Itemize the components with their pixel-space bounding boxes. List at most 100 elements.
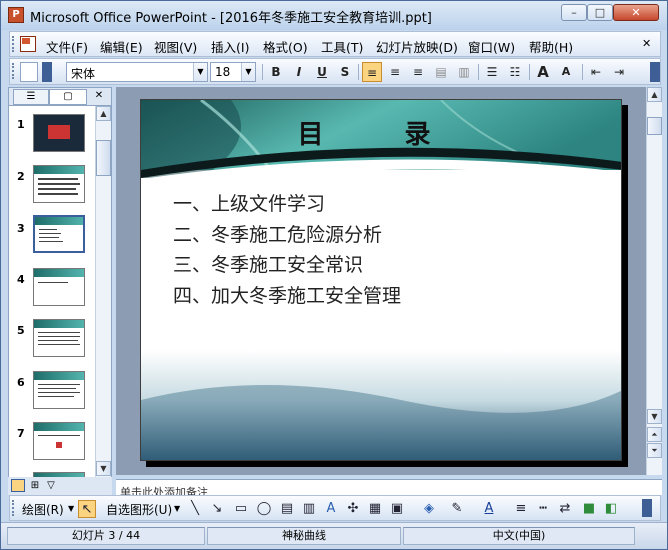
toolbar-grip[interactable] (12, 63, 15, 79)
normal-view-icon[interactable] (11, 479, 25, 492)
align-left-button[interactable]: ≡ (362, 62, 382, 82)
scroll-thumb[interactable] (96, 140, 111, 176)
columns-button[interactable]: ▥ (454, 62, 474, 82)
line-style-icon[interactable]: ≡ (512, 500, 530, 518)
grow-font-button[interactable]: A (533, 62, 553, 82)
menu-view[interactable]: 视图(V) (154, 37, 197, 56)
slides-pane-scrollbar[interactable]: ▲ ▼ (95, 106, 111, 478)
slide-thumbnail[interactable] (33, 422, 85, 460)
align-right-button[interactable]: ≡ (408, 62, 428, 82)
toolbar-options-icon[interactable] (42, 62, 52, 82)
shadow-button[interactable]: S (335, 62, 355, 82)
toolbar-separator (582, 64, 583, 80)
new-document-icon[interactable] (20, 62, 38, 82)
scroll-thumb[interactable] (647, 117, 662, 135)
slide-bullet-3[interactable]: 三、冬季施工安全常识 (173, 250, 363, 277)
decrease-indent-icon[interactable]: ⇤ (586, 62, 606, 82)
title-bar[interactable]: P Microsoft Office PowerPoint - [2016年冬季… (1, 1, 667, 30)
previous-slide-icon[interactable]: ⏶ (647, 427, 662, 442)
line-color-icon[interactable]: ✎ (448, 500, 466, 518)
oval-tool-icon[interactable]: ◯ (255, 500, 273, 518)
italic-button[interactable]: I (289, 62, 309, 82)
menu-slideshow[interactable]: 幻灯片放映(D) (376, 37, 458, 56)
picture-icon[interactable]: ▣ (388, 500, 406, 518)
wordart-icon[interactable]: A (322, 500, 340, 518)
bullets-button[interactable]: ☷ (505, 62, 525, 82)
slide-thumbnail[interactable] (33, 268, 85, 306)
scroll-up-icon[interactable]: ▲ (96, 106, 111, 121)
menu-tools[interactable]: 工具(T) (321, 37, 363, 56)
clipart-icon[interactable]: ▦ (366, 500, 384, 518)
slide-thumbnail[interactable] (33, 319, 85, 357)
fill-color-icon[interactable]: ◈ (420, 500, 438, 518)
sorter-view-icon[interactable]: ⊞ (28, 479, 42, 492)
slide-bullet-2[interactable]: 二、冬季施工危险源分析 (173, 220, 382, 247)
tab-slides[interactable]: ▢ (49, 89, 87, 105)
autoshapes-menu-button[interactable]: 自选图形(U) (106, 501, 172, 518)
menu-insert[interactable]: 插入(I) (211, 37, 249, 56)
menu-file[interactable]: 文件(F) (46, 37, 88, 56)
draw-menu-button[interactable]: 绘图(R) (22, 501, 64, 518)
underline-button[interactable]: U (312, 62, 332, 82)
font-color-icon[interactable]: A (480, 500, 498, 518)
shrink-font-button[interactable]: A (556, 62, 576, 82)
maximize-button[interactable]: □ (587, 4, 613, 21)
diagram-icon[interactable]: ✣ (344, 500, 362, 518)
slide-bullet-1[interactable]: 一、上级文件学习 (173, 189, 325, 216)
toolbar-options-icon[interactable] (650, 62, 660, 82)
distribute-button[interactable]: ▤ (431, 62, 451, 82)
slide-title[interactable]: 目 录 (141, 114, 621, 151)
scroll-up-icon[interactable]: ▲ (647, 87, 662, 102)
3d-style-icon[interactable]: ◧ (602, 500, 620, 518)
notes-placeholder[interactable]: 单击此处添加备注 (120, 484, 208, 495)
scroll-down-icon[interactable]: ▼ (647, 409, 662, 424)
slide-thumbnail[interactable] (33, 114, 85, 152)
arrow-tool-icon[interactable]: ↘ (208, 500, 226, 518)
chevron-down-icon[interactable]: ▼ (241, 63, 255, 81)
increase-indent-icon[interactable]: ⇥ (609, 62, 629, 82)
menu-format[interactable]: 格式(O) (263, 37, 308, 56)
thumb-line (38, 282, 68, 283)
slide-thumbnail-selected[interactable] (32, 214, 86, 254)
align-center-button[interactable]: ≡ (385, 62, 405, 82)
slide-scrollbar[interactable]: ▲ ▼ ⏶ ⏷ (646, 87, 662, 475)
minimize-button[interactable]: – (561, 4, 587, 21)
document-close-icon[interactable]: ✕ (642, 37, 651, 50)
font-name-combo[interactable]: 宋体 ▼ (66, 62, 208, 82)
slideshow-view-icon[interactable]: ▽ (44, 479, 58, 492)
font-size-combo[interactable]: 18 ▼ (210, 62, 256, 82)
chevron-down-icon[interactable]: ▼ (68, 504, 74, 513)
dash-style-icon[interactable]: ┅ (534, 500, 552, 518)
slide-thumbnail[interactable] (33, 165, 85, 203)
document-icon[interactable] (20, 36, 36, 52)
vertical-textbox-icon[interactable]: ▥ (300, 500, 318, 518)
toolbar-grip[interactable] (12, 36, 15, 52)
notes-pane[interactable]: 单击此处添加备注 (116, 479, 662, 495)
toolbar-grip[interactable] (12, 500, 15, 516)
next-slide-icon[interactable]: ⏷ (647, 443, 662, 458)
slide-canvas[interactable]: 目 录 一、上级文件学习 二、冬季施工危险源分析 三、冬季施工安全常识 四、加大… (140, 99, 622, 461)
chevron-down-icon[interactable]: ▼ (193, 63, 207, 81)
line-tool-icon[interactable]: ╲ (186, 500, 204, 518)
toolbar-separator (358, 64, 359, 80)
shadow-style-icon[interactable]: ■ (580, 500, 598, 518)
thumb-header (34, 423, 84, 431)
select-objects-icon[interactable]: ↖ (78, 500, 96, 518)
scroll-down-icon[interactable]: ▼ (96, 461, 111, 476)
arrow-style-icon[interactable]: ⇄ (556, 500, 574, 518)
numbering-button[interactable]: ☰ (482, 62, 502, 82)
textbox-tool-icon[interactable]: ▤ (278, 500, 296, 518)
close-button[interactable]: ✕ (613, 4, 659, 21)
rectangle-tool-icon[interactable]: ▭ (232, 500, 250, 518)
slide-thumbnail[interactable] (33, 371, 85, 409)
menu-edit[interactable]: 编辑(E) (100, 37, 143, 56)
chevron-down-icon[interactable]: ▼ (174, 504, 180, 513)
menu-help[interactable]: 帮助(H) (529, 37, 573, 56)
powerpoint-app-icon[interactable]: P (8, 7, 24, 23)
menu-window[interactable]: 窗口(W) (468, 37, 515, 56)
tab-outline[interactable]: ☰ (13, 89, 49, 105)
toolbar-options-icon[interactable] (642, 499, 652, 517)
slide-bullet-4[interactable]: 四、加大冬季施工安全管理 (173, 281, 401, 308)
pane-close-icon[interactable]: ✕ (91, 89, 107, 105)
bold-button[interactable]: B (266, 62, 286, 82)
